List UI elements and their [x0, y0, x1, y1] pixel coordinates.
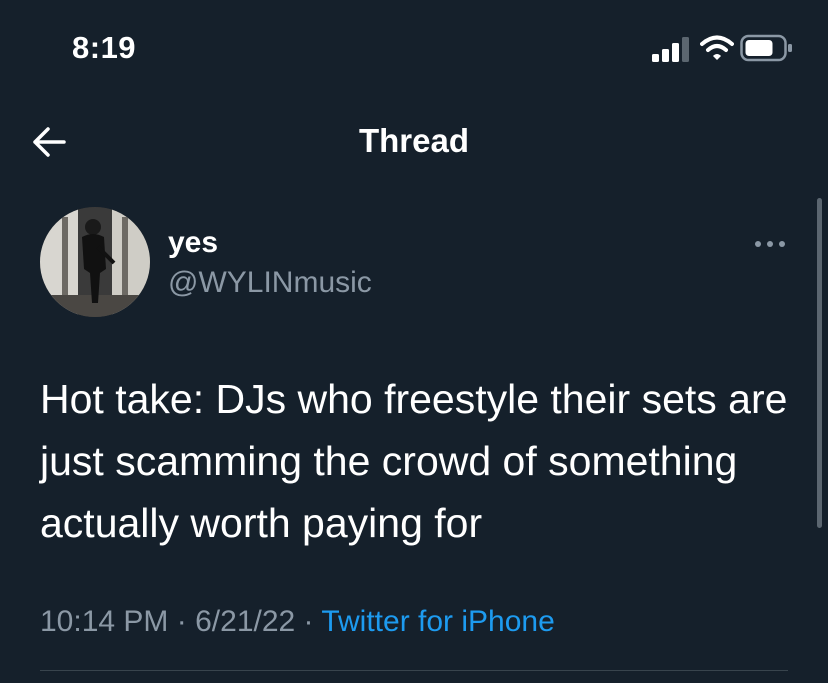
tweet-text: Hot take: DJs who freestyle their sets a… — [40, 376, 788, 546]
tweet-time: 10:14 PM — [40, 605, 169, 638]
page-title: Thread — [358, 122, 470, 159]
battery-icon — [740, 34, 792, 62]
cellular-signal-icon — [652, 37, 689, 62]
avatar-image — [40, 207, 150, 317]
meta-separator: · — [303, 605, 314, 638]
more-options-icon[interactable] — [752, 234, 788, 254]
nav-bar: Thread — [0, 112, 828, 172]
tweet-metadata: 10:14 PM · 6/21/22 · Twitter for iPhone — [40, 605, 555, 639]
status-time: 8:19 — [72, 30, 137, 65]
tweet-date: 6/21/22 — [195, 605, 296, 638]
scrollbar[interactable] — [817, 198, 822, 528]
divider — [40, 670, 788, 671]
tweet-source-link[interactable]: Twitter for iPhone — [321, 605, 554, 638]
user-handle[interactable]: @WYLINmusic — [168, 266, 372, 300]
wifi-icon — [700, 35, 734, 60]
meta-separator: · — [176, 605, 187, 638]
avatar[interactable] — [40, 207, 150, 317]
status-bar: 8:19 — [0, 0, 828, 100]
display-name[interactable]: yes — [168, 226, 218, 260]
